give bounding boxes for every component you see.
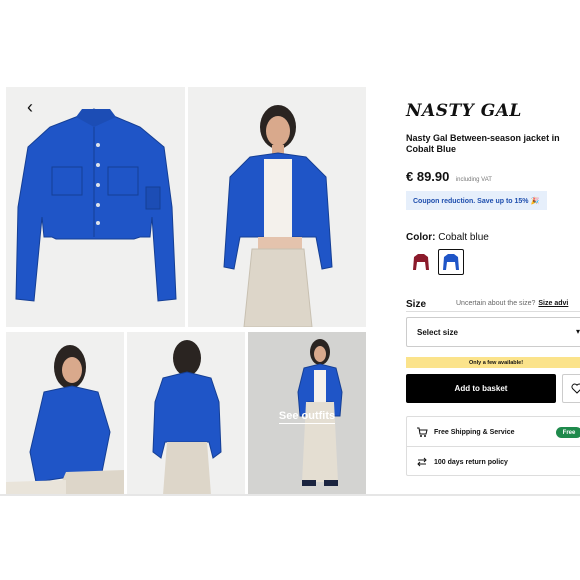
size-hint: Uncertain about the size? Size advi xyxy=(456,300,569,307)
color-label: Color: Cobalt blue xyxy=(406,232,489,243)
jacket-thumbnail-blue xyxy=(443,254,459,270)
heart-icon xyxy=(571,383,580,394)
price: € 89.90 xyxy=(406,169,450,184)
shipping-benefit[interactable]: Free Shipping & Service Free xyxy=(407,418,580,446)
back-button[interactable]: ‹ xyxy=(21,96,39,117)
size-advice-link[interactable]: Size advi xyxy=(538,300,568,307)
product-image-model-seated[interactable] xyxy=(6,332,124,495)
free-badge: Free xyxy=(556,427,580,438)
model-seated-illustration xyxy=(6,345,124,495)
coupon-banner[interactable]: Coupon reduction. Save up to 15% 🎉 xyxy=(406,191,547,210)
size-label: Size xyxy=(406,299,427,310)
swatch-cobalt-blue[interactable] xyxy=(438,249,464,275)
model-front-illustration xyxy=(223,105,333,327)
divider xyxy=(406,311,580,312)
chevron-down-icon: ▾ xyxy=(576,327,580,336)
stock-notice: Only a few available! xyxy=(406,357,580,368)
returns-benefit[interactable]: 100 days return policy xyxy=(407,448,580,476)
product-title: Nasty Gal Between-season jacket in Cobal… xyxy=(406,133,560,154)
divider xyxy=(407,446,580,447)
chevron-left-icon: ‹ xyxy=(27,96,33,117)
jacket-thumbnail-burgundy xyxy=(413,254,429,270)
swatch-burgundy[interactable] xyxy=(408,249,434,275)
product-image-main[interactable]: ‹ xyxy=(6,87,185,327)
product-image-model-back[interactable] xyxy=(127,332,245,495)
wishlist-button[interactable] xyxy=(562,374,580,403)
add-to-basket-button[interactable]: Add to basket xyxy=(406,374,556,403)
size-select[interactable]: Select size ▾ xyxy=(406,317,580,347)
cart-icon xyxy=(417,427,428,437)
color-value: Cobalt blue xyxy=(438,232,489,243)
model-back-illustration xyxy=(152,340,222,495)
page-bottom-edge xyxy=(0,494,580,496)
see-outfits-tile[interactable]: See outfits xyxy=(248,332,366,495)
product-page: ‹ See outfits NASTY GAL Nasty Gal Betwee… xyxy=(0,87,580,495)
benefits-box: Free Shipping & Service Free 100 days re… xyxy=(406,416,580,476)
brand-logo[interactable]: NASTY GAL xyxy=(406,101,522,121)
vat-note: including VAT xyxy=(455,177,492,183)
see-outfits-link[interactable]: See outfits xyxy=(248,410,366,424)
jacket-flatlay-illustration xyxy=(15,108,177,302)
product-image-model-front[interactable] xyxy=(188,87,366,327)
return-arrows-icon xyxy=(417,457,427,467)
price-row: € 89.90 including VAT xyxy=(406,168,492,186)
